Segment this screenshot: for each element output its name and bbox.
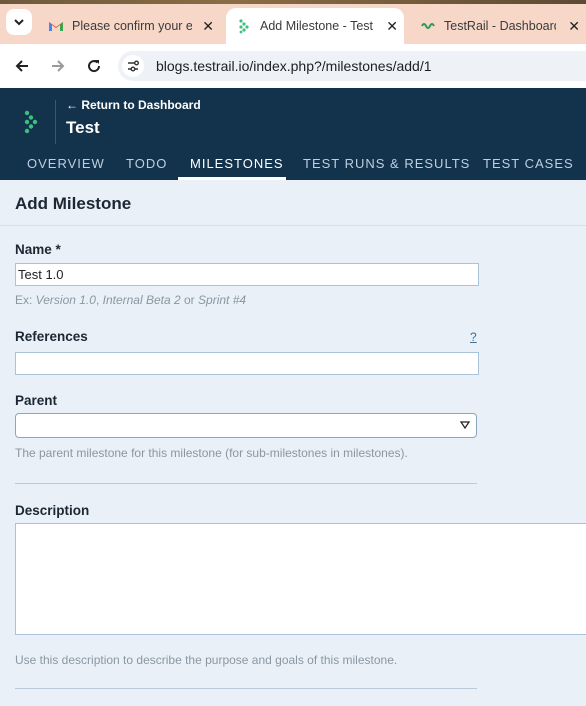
hint-example: Version 1.0 <box>35 293 96 307</box>
parent-select[interactable] <box>15 413 477 438</box>
references-label: References <box>15 329 88 344</box>
description-hint: Use this description to describe the pur… <box>15 653 398 667</box>
header-divider <box>55 100 56 144</box>
back-button[interactable] <box>7 51 37 81</box>
tab-title: Please confirm your e <box>72 19 192 33</box>
address-bar: blogs.testrail.io/index.php?/milestones/… <box>0 44 586 88</box>
description-textarea[interactable] <box>15 523 586 635</box>
tab-test-runs-results[interactable]: TEST RUNS & RESULTS <box>303 156 470 171</box>
hint-example: Sprint #4 <box>198 293 247 307</box>
dropdown-arrow-icon <box>460 421 470 430</box>
browser-tab-dashboard[interactable]: TestRail - Dashboard ✕ <box>410 8 586 44</box>
name-hint: Ex: Version 1.0, Internal Beta 2 or Spri… <box>15 293 246 307</box>
title-divider <box>0 225 586 226</box>
tab-title: TestRail - Dashboard <box>444 19 556 33</box>
browser-tab-gmail[interactable]: Please confirm your e ✕ <box>38 8 220 44</box>
chevron-down-icon <box>14 19 24 26</box>
app-header: ← Return to Dashboard Test OVERVIEW TODO… <box>0 88 586 180</box>
description-label: Description <box>15 503 90 518</box>
forward-button[interactable] <box>43 51 73 81</box>
tab-test-cases[interactable]: TEST CASES <box>483 156 574 171</box>
hint-separator: , <box>95 293 103 307</box>
browser-tab-strip: Please confirm your e ✕ Add Milestone - … <box>0 0 586 44</box>
reload-icon <box>88 60 101 73</box>
return-to-dashboard-link[interactable]: ← Return to Dashboard <box>66 98 201 112</box>
name-input[interactable] <box>15 263 479 286</box>
hint-example: Internal Beta 2 <box>102 293 181 307</box>
project-title: Test <box>66 118 100 137</box>
arrow-left-icon <box>15 60 28 72</box>
gmail-icon <box>49 22 63 31</box>
testrail-green-icon <box>421 23 435 29</box>
arrow-right-icon <box>52 60 65 72</box>
testrail-icon <box>239 19 249 34</box>
add-milestone-form: Add Milestone Name * Ex: Version 1.0, In… <box>0 180 586 706</box>
tab-title: Add Milestone - TestR <box>260 19 374 33</box>
omnibox[interactable]: blogs.testrail.io/index.php?/milestones/… <box>118 51 586 81</box>
close-icon[interactable]: ✕ <box>196 18 220 35</box>
tab-search-button[interactable] <box>6 9 32 35</box>
tab-todo[interactable]: TODO <box>126 156 167 171</box>
tab-milestones[interactable]: MILESTONES <box>190 156 284 171</box>
site-info-button[interactable] <box>122 55 144 77</box>
main-nav: OVERVIEW TODO MILESTONES TEST RUNS & RES… <box>0 152 586 180</box>
close-icon[interactable]: ✕ <box>380 18 404 35</box>
hint-prefix: Ex: <box>15 293 36 307</box>
hint-separator: or <box>180 293 199 307</box>
page-title: Add Milestone <box>15 194 132 213</box>
references-input[interactable] <box>15 352 479 375</box>
testrail-logo-icon[interactable] <box>22 110 44 134</box>
section-divider <box>15 483 477 484</box>
browser-tab-add-milestone[interactable]: Add Milestone - TestR ✕ <box>226 8 404 44</box>
references-help-link[interactable]: ? <box>470 330 477 344</box>
parent-hint: The parent milestone for this milestone … <box>15 446 408 460</box>
reload-button[interactable] <box>79 51 109 81</box>
close-icon[interactable]: ✕ <box>562 18 586 35</box>
tab-overview[interactable]: OVERVIEW <box>27 156 105 171</box>
name-label: Name * <box>15 242 61 257</box>
tune-icon <box>128 60 139 72</box>
parent-label: Parent <box>15 393 58 408</box>
section-divider <box>15 688 477 689</box>
url-text: blogs.testrail.io/index.php?/milestones/… <box>156 58 432 74</box>
